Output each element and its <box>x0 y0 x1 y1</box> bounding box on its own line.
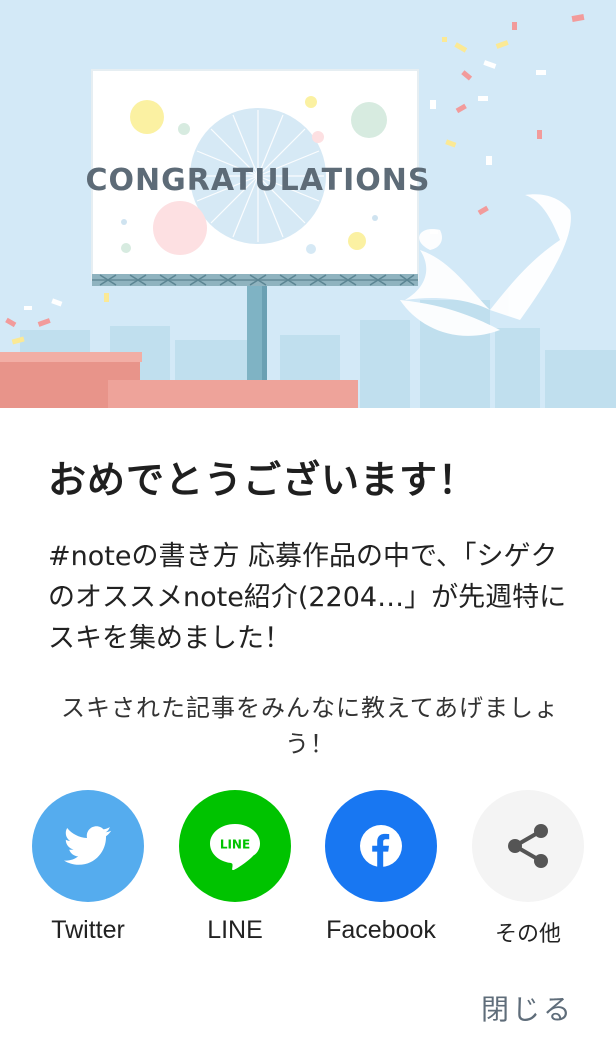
line-button-circle[interactable]: LINE <box>179 790 291 902</box>
dialog-title: おめでとうございます！ <box>48 458 478 502</box>
share-icon <box>508 824 548 868</box>
twitter-label: Twitter <box>51 916 125 944</box>
twitter-button-circle[interactable] <box>32 790 144 902</box>
close-button[interactable]: 閉じる <box>481 988 574 1028</box>
line-logo-icon: LINE <box>210 824 260 871</box>
other-label: その他 <box>494 921 561 946</box>
share-facebook-button[interactable]: Facebook <box>308 790 454 945</box>
share-twitter-button[interactable]: Twitter <box>15 790 161 945</box>
facebook-logo-icon <box>360 825 402 867</box>
banner-text: CONGRATULATIONS <box>86 163 431 198</box>
facebook-label: Facebook <box>326 916 436 944</box>
share-other-button[interactable]: その他 <box>455 790 601 948</box>
line-logo-text: LINE <box>220 838 250 852</box>
congratulations-illustration: CONGRATULATIONS <box>0 0 616 408</box>
facebook-button-circle[interactable] <box>325 790 437 902</box>
share-prompt: スキされた記事をみんなに教えてあげましょう！ <box>60 694 560 758</box>
dialog-message: #noteの書き方 応募作品の中で、「シゲクのオススメnote紹介(2204…」… <box>48 541 567 654</box>
twitter-bird-icon <box>64 826 112 865</box>
other-button-circle[interactable] <box>472 790 584 902</box>
share-buttons: Twitter LINE LINE Facebook その他 <box>0 790 616 960</box>
share-line-button[interactable]: LINE LINE <box>162 790 308 945</box>
line-label: LINE <box>207 916 263 944</box>
